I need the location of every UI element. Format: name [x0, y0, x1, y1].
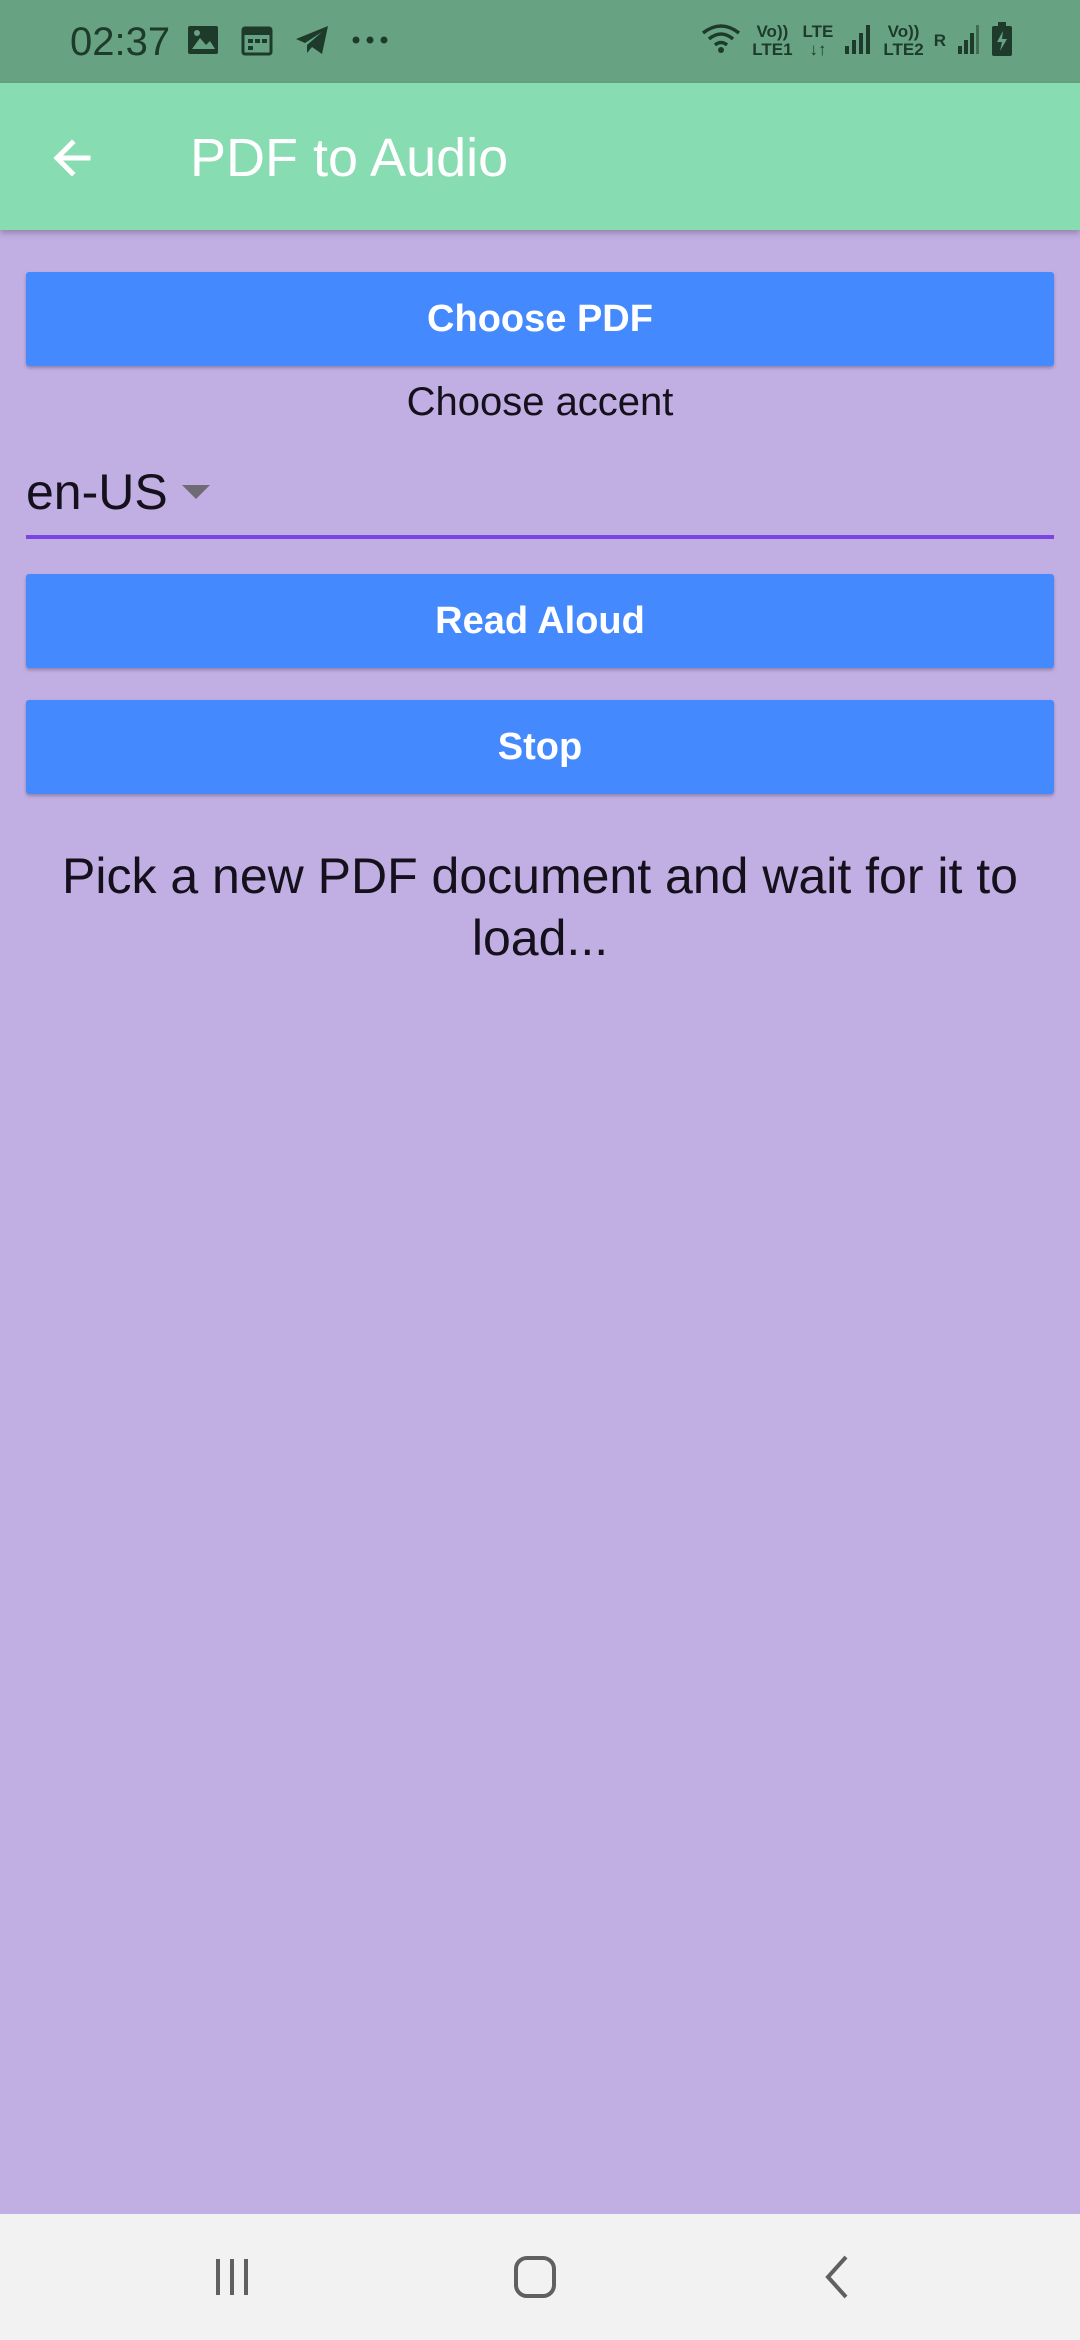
accent-dropdown[interactable]: en-US [26, 455, 1054, 539]
arrow-left-icon [53, 139, 91, 177]
caret-down-icon [182, 485, 210, 499]
back-button[interactable] [38, 123, 108, 193]
sim2-volte-label: Vo)) LTE2 [883, 22, 924, 59]
stop-button[interactable]: Stop [26, 700, 1054, 794]
status-time: 02:37 [70, 20, 171, 64]
nav-back-button[interactable] [798, 2244, 878, 2310]
system-nav-bar [0, 2214, 1080, 2340]
choose-pdf-button[interactable]: Choose PDF [26, 272, 1054, 366]
accent-dropdown-value: en-US [26, 464, 168, 520]
battery-charging-icon [990, 21, 1014, 62]
back-icon [825, 2255, 848, 2299]
page-title: PDF to Audio [190, 128, 509, 188]
status-system-icons: Vo)) LTE1 LTE ↓↑ Vo)) LTE2 R [700, 16, 1014, 66]
signal-strength-2-icon [956, 22, 980, 61]
lte-label: LTE ↓↑ [802, 22, 834, 59]
signal-strength-icon [843, 22, 873, 61]
status-notification-icons [186, 20, 390, 64]
telegram-icon [294, 23, 330, 62]
home-icon [514, 2256, 556, 2298]
read-aloud-button[interactable]: Read Aloud [26, 574, 1054, 668]
roaming-label: R [933, 31, 946, 50]
calendar-icon [240, 23, 274, 62]
recents-icon [216, 2259, 248, 2295]
accent-label: Choose accent [406, 380, 674, 424]
status-message: Pick a new PDF document and wait for it … [62, 848, 1018, 966]
more-dots-icon [350, 23, 390, 62]
home-button[interactable] [495, 2244, 575, 2310]
recents-button[interactable] [192, 2244, 272, 2310]
status-bar: 02:37 Vo)) LTE1 LTE ↓↑ Vo)) LTE2 R [0, 0, 1080, 83]
sim1-volte-label: Vo)) LTE1 [752, 22, 793, 59]
app-bar: PDF to Audio [0, 83, 1080, 230]
image-icon [186, 23, 220, 62]
wifi-icon [700, 21, 742, 62]
